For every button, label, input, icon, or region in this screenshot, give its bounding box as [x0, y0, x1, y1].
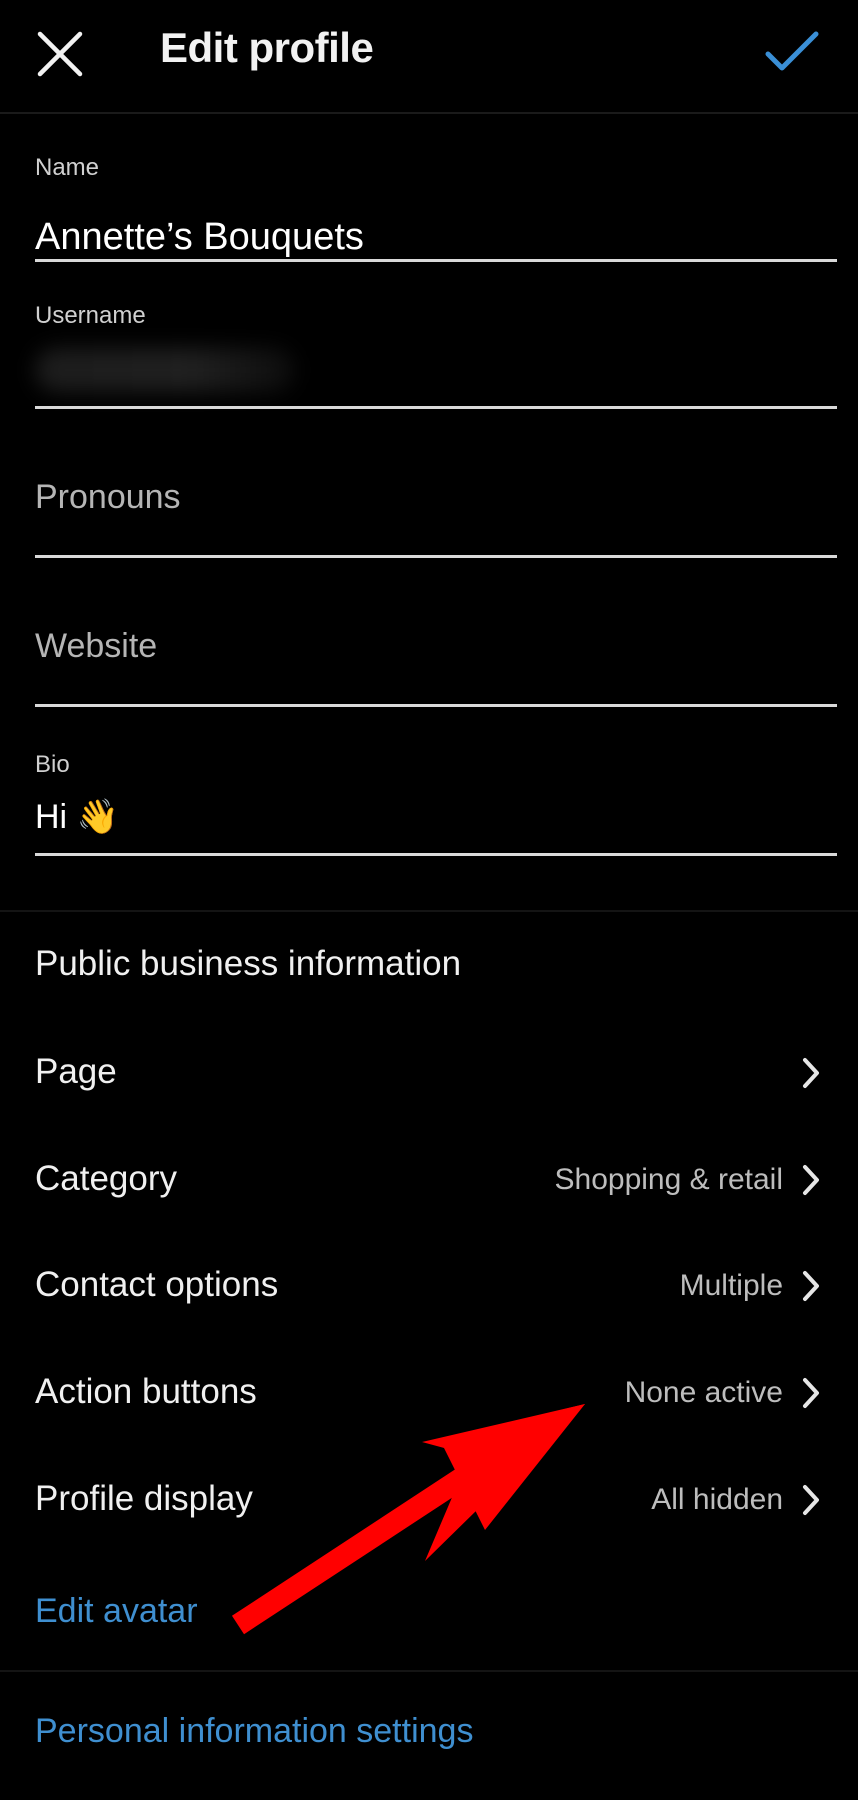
- pronouns-input[interactable]: Pronouns: [35, 478, 181, 517]
- chevron-right-icon: [803, 1485, 819, 1515]
- name-input[interactable]: Annette’s Bouquets: [35, 216, 364, 259]
- username-field[interactable]: Username: [35, 298, 837, 413]
- bio-label: Bio: [35, 751, 70, 778]
- row-value: Multiple: [679, 1269, 783, 1302]
- top-bar: Edit profile: [0, 0, 858, 114]
- page-title: Edit profile: [160, 24, 374, 71]
- business-section-title: Public business information: [35, 944, 462, 983]
- username-input-blurred[interactable]: [35, 348, 295, 392]
- bottom-divider: [0, 1670, 858, 1672]
- save-button[interactable]: [762, 26, 822, 78]
- category-row[interactable]: Category Shopping & retail: [0, 1139, 858, 1219]
- row-label: Page: [35, 1052, 117, 1091]
- edit-avatar-link[interactable]: Edit avatar: [35, 1592, 198, 1631]
- username-label: Username: [35, 302, 146, 329]
- row-label: Contact options: [35, 1265, 279, 1304]
- chevron-right-icon: [803, 1058, 819, 1088]
- close-icon: [37, 31, 83, 77]
- chevron-right-icon: [803, 1165, 819, 1195]
- row-label: Category: [35, 1159, 178, 1198]
- row-label: Profile display: [35, 1479, 253, 1518]
- row-value: All hidden: [651, 1483, 783, 1516]
- action-buttons-row[interactable]: Action buttons None active: [0, 1352, 858, 1432]
- profile-display-row[interactable]: Profile display All hidden: [0, 1459, 858, 1539]
- bio-input[interactable]: Hi 👋: [35, 797, 119, 837]
- check-icon: [765, 31, 819, 71]
- pronouns-underline: [35, 555, 837, 558]
- page-row[interactable]: Page: [0, 1032, 858, 1112]
- name-label: Name: [35, 154, 100, 181]
- pronouns-field[interactable]: Pronouns: [35, 470, 837, 560]
- bio-underline: [35, 853, 837, 856]
- website-input[interactable]: Website: [35, 627, 157, 666]
- row-value: Shopping & retail: [554, 1163, 784, 1196]
- name-field[interactable]: Name Annette’s Bouquets: [35, 150, 837, 265]
- website-field[interactable]: Website: [35, 619, 837, 709]
- bio-field[interactable]: Bio Hi 👋: [35, 749, 837, 859]
- website-underline: [35, 704, 837, 707]
- chevron-right-icon: [803, 1271, 819, 1301]
- close-button[interactable]: [34, 28, 86, 80]
- username-underline: [35, 406, 837, 409]
- name-underline: [35, 259, 837, 262]
- personal-info-settings-link[interactable]: Personal information settings: [35, 1712, 473, 1751]
- section-divider: [0, 910, 858, 912]
- chevron-right-icon: [803, 1378, 819, 1408]
- row-label: Action buttons: [35, 1372, 257, 1411]
- row-value: None active: [624, 1376, 783, 1409]
- contact-options-row[interactable]: Contact options Multiple: [0, 1245, 858, 1325]
